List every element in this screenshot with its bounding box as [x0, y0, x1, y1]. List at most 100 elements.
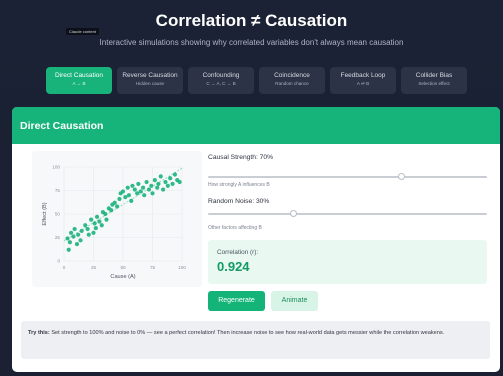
strength-help: How strongly A influences B — [208, 182, 270, 188]
tab-reverse-causation[interactable]: Reverse Causation Hidden cause — [117, 67, 183, 94]
data-point — [135, 191, 140, 196]
data-point — [126, 193, 131, 198]
data-point — [86, 232, 91, 237]
data-point — [89, 217, 94, 222]
tab-confounding[interactable]: Confounding C → A, C → B — [188, 67, 254, 94]
regenerate-button[interactable]: Regenerate — [208, 291, 265, 311]
tip-box: Try this: Set strength to 100% and noise… — [21, 321, 490, 359]
data-point — [161, 187, 166, 192]
data-point — [115, 204, 120, 209]
x-tick-label: 25 — [91, 265, 97, 270]
data-point — [149, 183, 154, 188]
data-point — [129, 198, 134, 203]
page-title: Correlation ≠ Causation — [155, 11, 348, 30]
data-point — [136, 181, 141, 187]
data-point — [170, 181, 175, 187]
data-point — [163, 179, 168, 185]
data-point — [152, 178, 157, 183]
data-point — [112, 200, 117, 205]
simulation-card: Direct Causation 0 0 25 25 50 50 75 75 100 100 Cau… — [12, 107, 500, 372]
scatter-chart: 0 0 25 25 50 50 75 75 100 100 Cause (A) Effect (B) — [32, 151, 202, 287]
correlation-box: Correlation (r): 0.924 — [208, 240, 487, 284]
data-point — [140, 185, 146, 190]
data-point — [155, 185, 160, 190]
tab-label: Collider Bias — [415, 72, 453, 79]
data-point — [74, 241, 80, 247]
data-point — [165, 183, 170, 188]
noise-label: Random Noise: 30% — [208, 198, 270, 205]
strength-slider[interactable] — [208, 173, 487, 180]
tab-direct-causation[interactable]: Direct Causation A → B — [46, 67, 112, 94]
tip-lead: Try this: — [28, 330, 50, 336]
data-point — [123, 194, 128, 200]
data-point — [68, 230, 74, 235]
tab-label: Direct Causation — [54, 72, 104, 79]
tab-sublabel: A ⇌ B — [356, 81, 370, 86]
tab-sublabel: A → B — [72, 81, 86, 86]
x-axis-label: Cause (A) — [110, 274, 135, 280]
tab-sublabel: Random chance — [275, 81, 309, 86]
data-point — [71, 234, 76, 239]
noise-slider[interactable] — [208, 210, 487, 217]
data-point — [144, 179, 149, 185]
x-tick-label: 0 — [63, 265, 66, 270]
card-title: Direct Causation — [12, 107, 500, 144]
data-point — [125, 185, 130, 190]
tab-sublabel: Selection effect — [418, 81, 450, 86]
tab-sublabel: C → A, C → B — [206, 81, 236, 86]
correlation-label: Correlation (r): — [217, 249, 259, 256]
data-point — [65, 236, 70, 241]
data-point — [94, 214, 100, 219]
y-tick-label: 75 — [55, 188, 61, 193]
data-point — [109, 208, 114, 213]
data-point — [142, 193, 147, 198]
noise-help: Other factors affecting B — [208, 225, 262, 231]
data-point — [138, 189, 143, 194]
tab-label: Reverse Causation — [122, 72, 178, 79]
tip-text: Set strength to 100% and noise to 0% — s… — [49, 330, 445, 336]
y-axis-label: Effect (B) — [42, 202, 48, 225]
data-point — [72, 226, 77, 232]
data-point — [146, 187, 152, 192]
data-point — [67, 240, 72, 245]
data-point — [150, 191, 155, 196]
data-point — [78, 238, 83, 243]
data-point — [158, 174, 163, 179]
noise-slider-thumb[interactable] — [289, 210, 297, 217]
tab-label: Confounding — [202, 72, 240, 79]
data-point — [66, 247, 71, 252]
data-point — [83, 223, 88, 228]
data-point — [130, 183, 135, 188]
data-point — [177, 179, 182, 185]
tab-collider-bias[interactable]: Collider Bias Selection effect — [401, 67, 467, 94]
strength-label: Causal Strength: 70% — [208, 154, 274, 161]
data-point — [85, 226, 90, 232]
data-point — [79, 228, 84, 234]
x-tick-label: 75 — [150, 265, 156, 270]
tab-coincidence[interactable]: Coincidence Random chance — [259, 67, 325, 94]
tab-feedback-loop[interactable]: Feedback Loop A ⇌ B — [330, 67, 396, 94]
y-tick-label: 0 — [57, 259, 60, 264]
tab-sublabel: Hidden cause — [135, 81, 165, 86]
data-point — [99, 223, 104, 228]
y-tick-label: 100 — [52, 165, 60, 170]
data-point — [76, 232, 81, 237]
animate-button[interactable]: Animate — [271, 291, 318, 311]
x-tick-label: 50 — [120, 265, 126, 270]
data-point — [132, 187, 137, 192]
data-point — [93, 226, 98, 231]
scenario-tabs: Direct Causation A → B Reverse Causation… — [46, 67, 467, 94]
y-tick-label: 25 — [55, 235, 61, 240]
data-point — [172, 172, 178, 177]
data-point — [91, 230, 96, 235]
data-point — [97, 219, 102, 224]
data-point — [120, 189, 126, 194]
data-point — [92, 221, 97, 226]
scatter-svg: 00 25 25 50 50 75 75 100 100 Cause (A) Effect (B) — [42, 165, 186, 281]
tab-label: Feedback Loop — [340, 72, 386, 79]
strength-slider-thumb[interactable] — [398, 173, 406, 180]
data-point — [168, 176, 173, 181]
tab-label: Coincidence — [274, 72, 310, 79]
x-tick-label: 100 — [178, 265, 186, 270]
data-point — [103, 211, 108, 217]
